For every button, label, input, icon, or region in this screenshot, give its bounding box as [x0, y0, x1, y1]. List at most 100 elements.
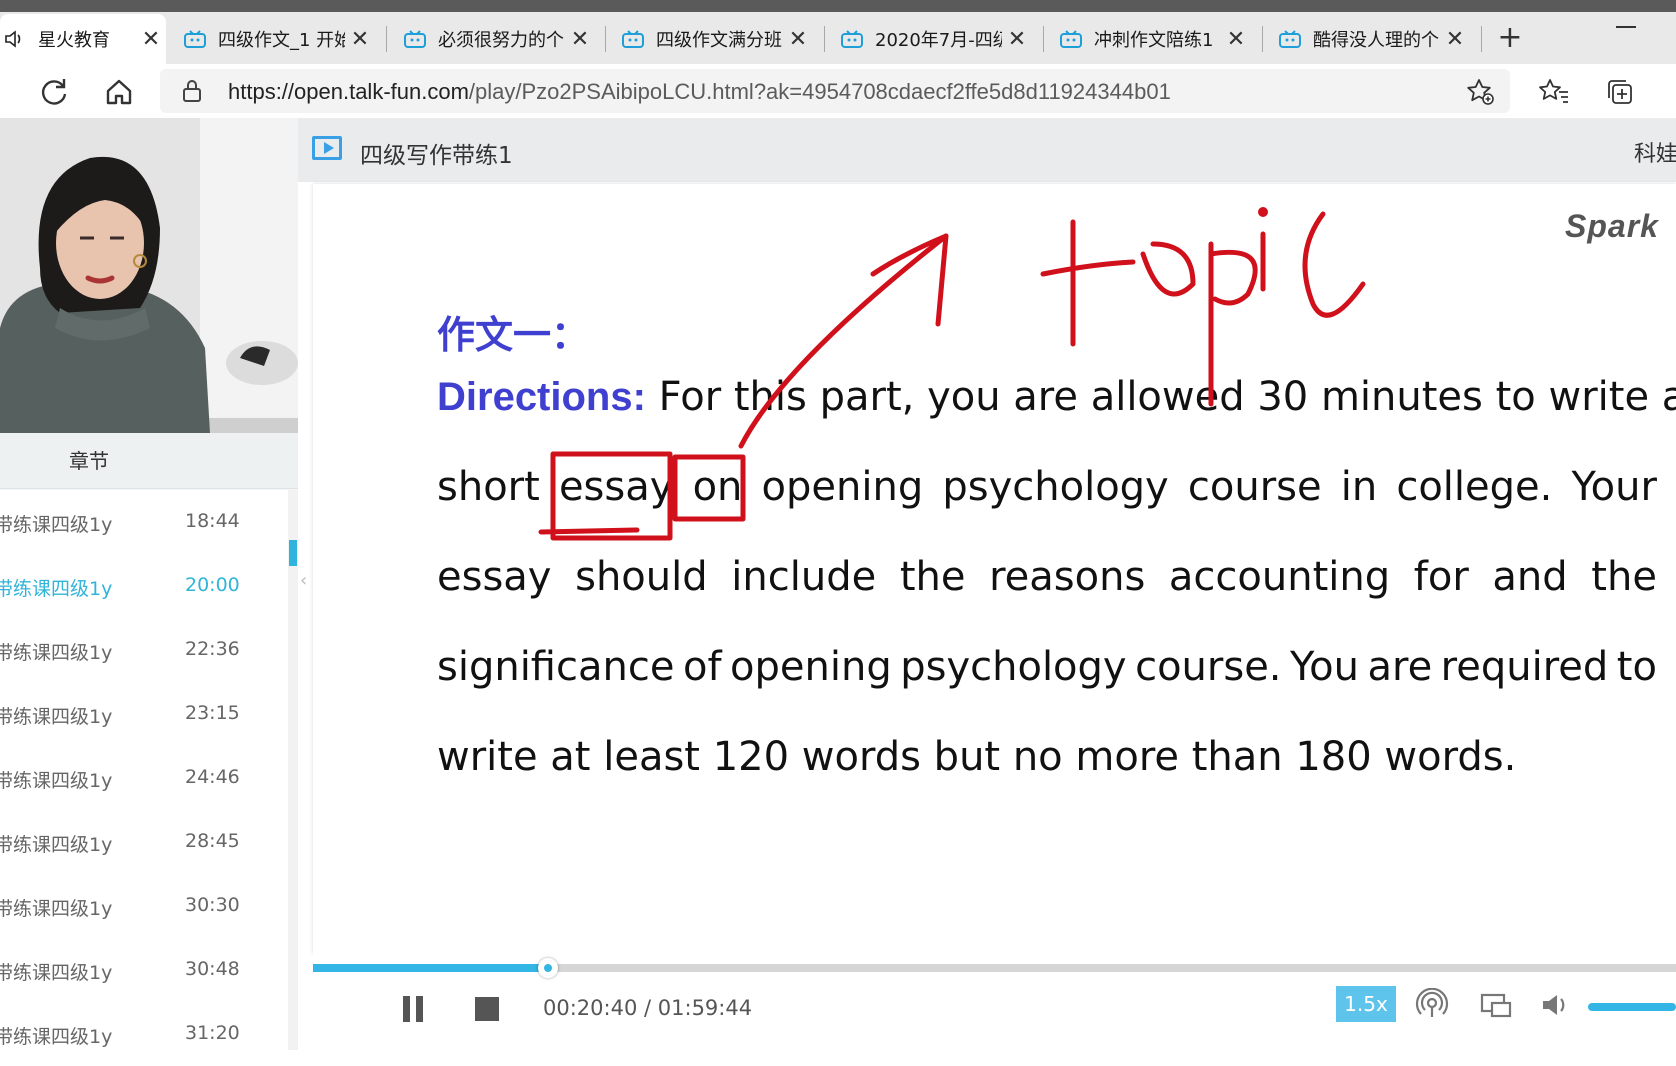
tab-separator	[824, 26, 825, 52]
broadcast-icon[interactable]	[1415, 988, 1449, 1022]
close-icon[interactable]: ✕	[565, 27, 595, 52]
chapter-title: 带练课四级1y	[0, 962, 113, 984]
favorites-icon[interactable]	[1538, 76, 1570, 108]
refresh-icon[interactable]	[34, 72, 74, 112]
pause-button[interactable]	[403, 996, 425, 1022]
slide-word: more	[1075, 734, 1179, 780]
close-icon[interactable]: ✕	[1440, 27, 1470, 52]
slide-word: minutes	[1320, 374, 1483, 420]
chapter-list: 带练课四级1y 18:44 带练课四级1y 20:00 带练课四级1y 22:3…	[0, 490, 290, 1050]
directions-line-3: essay should include the reasons accounting fo…	[437, 554, 1657, 600]
essay-heading: 作文一：	[437, 313, 590, 357]
slide-word: required	[1440, 644, 1609, 690]
close-icon[interactable]: ✕	[345, 27, 375, 52]
chapter-duration: 18:44	[185, 510, 240, 532]
player-controls: 00:20:40 / 01:59:44 1.5x	[313, 954, 1676, 1048]
chapter-item[interactable]: 带练课四级1y 24:46	[0, 746, 290, 810]
url-host: https://open.talk-fun.com	[228, 79, 469, 104]
add-favorite-icon[interactable]	[1465, 77, 1495, 107]
directions-line-2: short essay on opening psychology course in col…	[437, 464, 1657, 510]
lock-icon[interactable]	[182, 79, 202, 103]
chapter-item[interactable]: 带练课四级1y 22:36	[0, 618, 290, 682]
tab-sprint[interactable]: 冲刺作文陪练1 ✕	[1046, 14, 1251, 64]
chapter-title: 带练课四级1y	[0, 834, 113, 856]
chapter-scrollbar-thumb[interactable]	[289, 540, 297, 566]
total-time: 01:59:44	[657, 996, 753, 1020]
playback-speed-button[interactable]: 1.5x	[1336, 986, 1396, 1022]
url-input[interactable]: https://open.talk-fun.com/play/Pzo2PSAib…	[160, 69, 1510, 113]
slide-word: at	[550, 734, 591, 780]
collapse-sidebar-icon[interactable]: ‹	[300, 570, 307, 591]
minimize-button[interactable]	[1616, 26, 1636, 28]
tab-must-try[interactable]: 必须很努力的个 ✕	[390, 14, 595, 64]
chapter-item[interactable]: 带练课四级1y 31:20	[0, 1002, 290, 1066]
stop-button[interactable]	[475, 997, 499, 1021]
chapter-duration: 28:45	[185, 830, 240, 852]
speaker-icon[interactable]	[4, 30, 26, 48]
chapter-duration: 31:20	[185, 1022, 240, 1044]
teacher-video-frame	[0, 118, 298, 433]
slide-word: a	[1661, 374, 1676, 420]
slide-word: 180	[1295, 734, 1372, 780]
chapter-item[interactable]: 带练课四级1y 28:45	[0, 810, 290, 874]
tab-title: 2020年7月-四级	[875, 30, 1002, 51]
tab-full-score[interactable]: 四级作文满分班 ✕	[608, 14, 813, 64]
close-icon[interactable]: ✕	[783, 27, 813, 52]
picture-in-picture-icon[interactable]	[1479, 988, 1513, 1022]
slide-word: course	[1187, 464, 1322, 510]
tab-writing-1[interactable]: 四级作文_1 开始 ✕	[170, 14, 375, 64]
tab-title: 星火教育	[38, 30, 110, 51]
chapter-duration: 23:15	[185, 702, 240, 724]
slide-word: are	[1013, 374, 1078, 420]
slide-word: short	[437, 464, 540, 510]
slide-word: You	[1290, 644, 1359, 690]
volume-slider[interactable]	[1588, 1003, 1676, 1011]
teacher-webcam	[0, 118, 298, 433]
slide-word: words	[801, 734, 921, 780]
tab-xinghuo[interactable]: 星火教育 ✕	[0, 14, 166, 64]
home-icon[interactable]	[99, 72, 139, 112]
chapter-item[interactable]: 带练课四级1y 30:48	[0, 938, 290, 1002]
chapter-item[interactable]: 带练课四级1y 30:30	[0, 874, 290, 938]
close-icon[interactable]: ✕	[1221, 27, 1251, 52]
chapter-title: 带练课四级1y	[0, 578, 113, 600]
slide-word: the	[1591, 554, 1657, 600]
close-icon[interactable]: ✕	[136, 27, 166, 52]
chapter-title: 带练课四级1y	[0, 514, 113, 536]
progress-knob[interactable]	[538, 958, 558, 978]
bilibili-icon	[841, 30, 863, 48]
slide-word: accounting	[1168, 554, 1391, 600]
bilibili-icon	[1060, 30, 1082, 48]
chapter-tab[interactable]: 章节	[0, 433, 298, 489]
directions-line-1: Directions: For this part, you are allow…	[437, 374, 1676, 420]
lesson-title: 四级写作带练1	[360, 143, 513, 169]
tab-title: 四级作文_1 开始	[218, 30, 345, 51]
slide-word: essay	[437, 554, 552, 600]
current-time: 00:20:40	[543, 996, 638, 1020]
chapter-item[interactable]: 带练课四级1y 18:44	[0, 490, 290, 554]
tab-separator	[1481, 26, 1482, 52]
slide-word: college.	[1396, 464, 1553, 510]
close-icon[interactable]: ✕	[1002, 27, 1032, 52]
volume-icon[interactable]	[1539, 988, 1573, 1022]
chapter-scrollbar[interactable]	[288, 490, 298, 1050]
lesson-header-right: 科娃	[1634, 142, 1676, 167]
chapter-item-current[interactable]: 带练课四级1y 20:00	[0, 554, 290, 618]
new-tab-button[interactable]: +	[1490, 14, 1530, 62]
chapter-item[interactable]: 带练课四级1y 23:15	[0, 682, 290, 746]
chapter-duration: 22:36	[185, 638, 240, 660]
slide-word: reasons	[989, 554, 1146, 600]
tab-2020-july[interactable]: 2020年7月-四级 ✕	[827, 14, 1032, 64]
chapter-title: 带练课四级1y	[0, 642, 113, 664]
slide-word: Your	[1571, 464, 1657, 510]
slide-word: and	[1492, 554, 1568, 600]
brand-logo: Spark	[1565, 208, 1659, 244]
tab-title: 四级作文满分班	[656, 30, 782, 51]
tab-cool[interactable]: 酷得没人理的个 ✕	[1265, 14, 1470, 64]
bilibili-icon	[1279, 30, 1301, 48]
collections-icon[interactable]	[1604, 76, 1636, 108]
bilibili-icon	[404, 30, 426, 48]
slide-word: than	[1191, 734, 1283, 780]
tab-bar: 星火教育 ✕ 四级作文_1 开始 ✕ 必须很努力的个 ✕ 四级作文满分班 ✕ 2…	[0, 0, 1676, 64]
slide-word: the	[899, 554, 966, 600]
